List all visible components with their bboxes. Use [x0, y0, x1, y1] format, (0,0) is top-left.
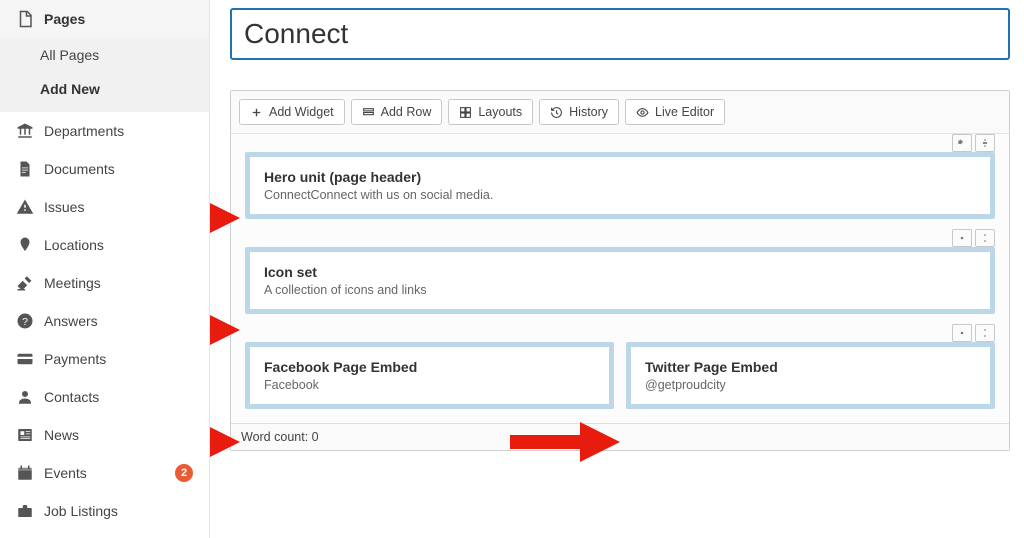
builder-toolbar: Add Widget Add Row Layouts History Live …	[231, 91, 1009, 134]
person-icon	[16, 388, 34, 406]
widget-hero-unit[interactable]: Hero unit (page header) ConnectConnect w…	[245, 152, 995, 219]
briefcase-icon	[16, 502, 34, 520]
builder-canvas: Hero unit (page header) ConnectConnect w…	[231, 134, 1009, 409]
sidebar-item-documents[interactable]: Documents	[0, 150, 209, 188]
btn-label: Layouts	[478, 105, 522, 119]
sidebar-label: Contacts	[44, 389, 193, 405]
page-builder: Add Widget Add Row Layouts History Live …	[230, 90, 1010, 451]
add-widget-button[interactable]: Add Widget	[239, 99, 345, 125]
add-row-button[interactable]: Add Row	[351, 99, 443, 125]
row-settings-button[interactable]	[952, 134, 972, 152]
history-button[interactable]: History	[539, 99, 619, 125]
sidebar-label: Departments	[44, 123, 193, 139]
wordcount-value: 0	[312, 430, 319, 444]
btn-label: Add Row	[381, 105, 432, 119]
sidebar-sub-add-new[interactable]: Add New	[0, 72, 209, 106]
sidebar-item-news[interactable]: News	[0, 416, 209, 454]
sidebar-label: Payments	[44, 351, 193, 367]
sidebar-item-job-listings[interactable]: Job Listings	[0, 492, 209, 530]
widget-description: A collection of icons and links	[264, 283, 976, 297]
sidebar-item-contacts[interactable]: Contacts	[0, 378, 209, 416]
pin-icon	[16, 236, 34, 254]
widget-title: Facebook Page Embed	[264, 359, 595, 375]
sidebar-item-events[interactable]: Events 2	[0, 454, 209, 492]
widget-title: Hero unit (page header)	[264, 169, 976, 185]
document-icon	[16, 160, 34, 178]
card-icon	[16, 350, 34, 368]
sidebar-item-issues[interactable]: Issues	[0, 188, 209, 226]
sidebar-label: Events	[44, 465, 165, 481]
sidebar-label: Pages	[44, 11, 193, 27]
builder-row: Hero unit (page header) ConnectConnect w…	[245, 152, 995, 219]
sidebar-label: News	[44, 427, 193, 443]
sidebar-item-forms[interactable]: Forms	[0, 530, 209, 538]
news-icon	[16, 426, 34, 444]
page-icon	[16, 10, 34, 28]
live-editor-button[interactable]: Live Editor	[625, 99, 725, 125]
sidebar-item-meetings[interactable]: Meetings	[0, 264, 209, 302]
gavel-icon	[16, 274, 34, 292]
main-content: Add Widget Add Row Layouts History Live …	[210, 0, 1024, 538]
builder-row: Facebook Page Embed Facebook Twitter Pag…	[245, 342, 995, 409]
svg-text:?: ?	[22, 316, 28, 328]
wordcount-label: Word count:	[241, 430, 312, 444]
status-bar: Word count: 0	[231, 423, 1009, 450]
btn-label: Live Editor	[655, 105, 714, 119]
widget-icon-set[interactable]: Icon set A collection of icons and links	[245, 247, 995, 314]
sidebar-label: Issues	[44, 199, 193, 215]
row-move-button[interactable]	[975, 134, 995, 152]
sidebar-label: Answers	[44, 313, 193, 329]
row-settings-button[interactable]	[952, 229, 972, 247]
sidebar-item-locations[interactable]: Locations	[0, 226, 209, 264]
warning-icon	[16, 198, 34, 216]
sidebar-label: Documents	[44, 161, 193, 177]
sidebar-item-pages[interactable]: Pages	[0, 0, 209, 38]
widget-description: ConnectConnect with us on social media.	[264, 188, 976, 202]
sidebar-submenu-pages: All Pages Add New	[0, 38, 209, 112]
row-move-button[interactable]	[975, 229, 995, 247]
events-badge: 2	[175, 464, 193, 482]
page-title-input[interactable]	[230, 8, 1010, 60]
sidebar-item-answers[interactable]: ? Answers	[0, 302, 209, 340]
widget-description: @getproudcity	[645, 378, 976, 392]
widget-description: Facebook	[264, 378, 595, 392]
row-settings-button[interactable]	[952, 324, 972, 342]
sidebar-label: Locations	[44, 237, 193, 253]
widget-facebook-embed[interactable]: Facebook Page Embed Facebook	[245, 342, 614, 409]
builder-row: Icon set A collection of icons and links	[245, 247, 995, 314]
btn-label: Add Widget	[269, 105, 334, 119]
sidebar: Pages All Pages Add New Departments Docu…	[0, 0, 210, 538]
calendar-icon	[16, 464, 34, 482]
btn-label: History	[569, 105, 608, 119]
question-icon: ?	[16, 312, 34, 330]
building-icon	[16, 122, 34, 140]
layouts-button[interactable]: Layouts	[448, 99, 533, 125]
widget-title: Twitter Page Embed	[645, 359, 976, 375]
sidebar-item-departments[interactable]: Departments	[0, 112, 209, 150]
sidebar-label: Job Listings	[44, 503, 193, 519]
sidebar-item-payments[interactable]: Payments	[0, 340, 209, 378]
sidebar-label: Meetings	[44, 275, 193, 291]
sidebar-sub-all-pages[interactable]: All Pages	[0, 38, 209, 72]
row-move-button[interactable]	[975, 324, 995, 342]
widget-twitter-embed[interactable]: Twitter Page Embed @getproudcity	[626, 342, 995, 409]
widget-title: Icon set	[264, 264, 976, 280]
